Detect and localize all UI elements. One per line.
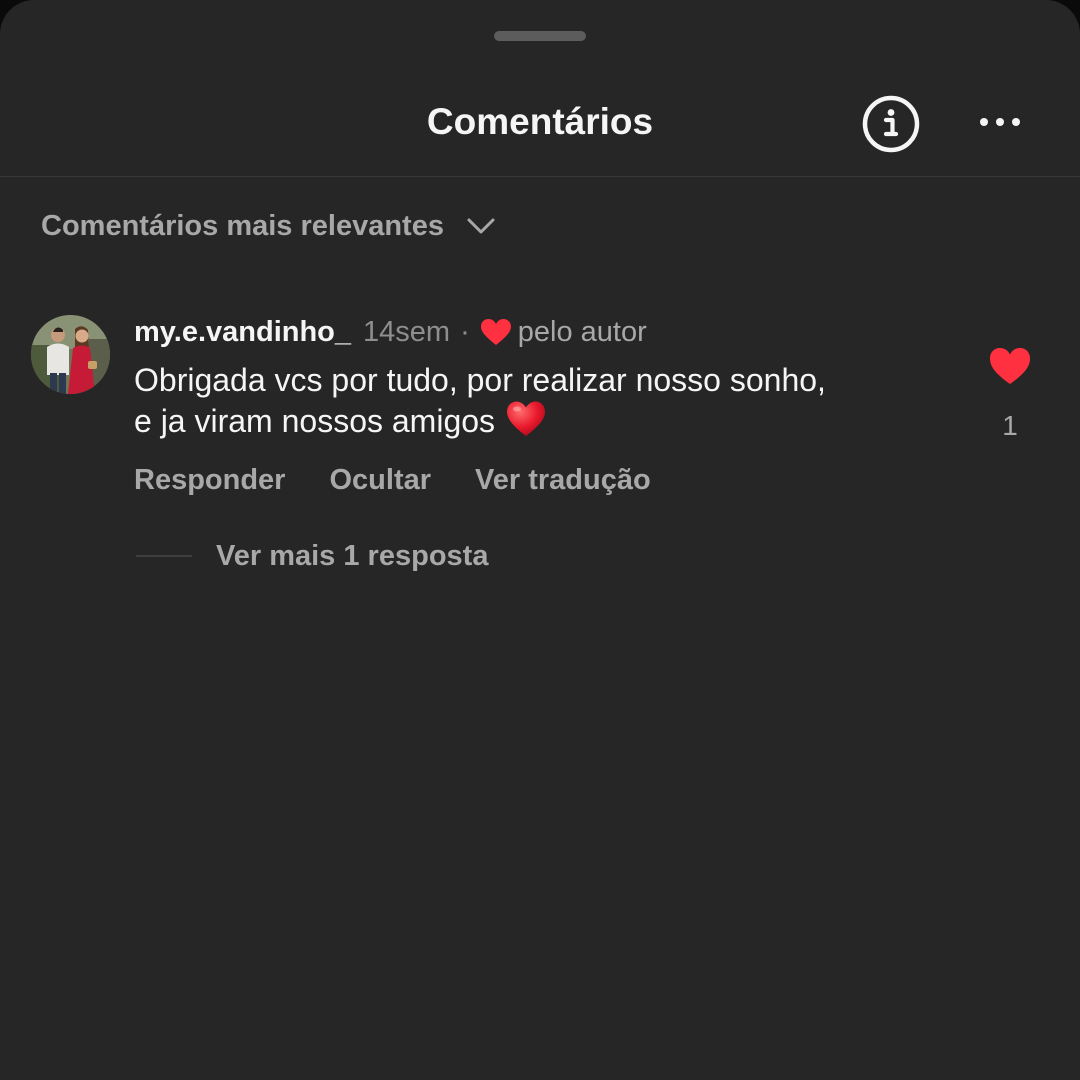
- avatar[interactable]: [31, 315, 110, 394]
- red-heart-emoji-icon: [507, 401, 546, 436]
- comment-text-line-1: Obrigada vcs por tudo, por realizar noss…: [134, 362, 826, 398]
- view-replies-label: Ver mais 1 resposta: [216, 539, 489, 572]
- comment-text-line-2: e ja viram nossos amigos: [134, 403, 496, 439]
- comment-timestamp: 14sem: [363, 315, 451, 348]
- author-liked-heart-icon: [480, 319, 511, 345]
- more-options-button[interactable]: [972, 100, 1028, 144]
- comments-sheet: Comentários Comentários mais relevantes: [0, 0, 1080, 1080]
- header-divider: [0, 176, 1080, 177]
- like-count: 1: [1002, 410, 1018, 441]
- sheet-grab-handle[interactable]: [494, 31, 586, 41]
- comment-actions: Responder Ocultar Ver tradução: [134, 460, 695, 500]
- more-horizontal-icon: [980, 118, 1020, 126]
- chevron-down-icon: [467, 218, 495, 234]
- see-translation-button[interactable]: Ver tradução: [475, 464, 651, 497]
- sort-dropdown[interactable]: Comentários mais relevantes: [41, 206, 496, 246]
- info-button[interactable]: [860, 93, 922, 155]
- view-replies-button[interactable]: Ver mais 1 resposta: [136, 536, 488, 576]
- sort-label: Comentários mais relevantes: [41, 209, 444, 242]
- hide-button[interactable]: Ocultar: [329, 464, 431, 497]
- filled-heart-icon: [990, 348, 1030, 384]
- comment-text-line-2-wrap: e ja viram nossos amigos: [134, 400, 954, 441]
- liked-by-author-label: pelo autor: [517, 315, 647, 348]
- comment-username[interactable]: my.e.vandinho_: [134, 316, 351, 349]
- info-circle-icon: [862, 95, 920, 153]
- reply-button[interactable]: Responder: [134, 464, 285, 497]
- meta-separator: ·: [460, 315, 470, 348]
- avatar-photo: [31, 315, 110, 394]
- replies-divider-line: [136, 555, 192, 557]
- comment-header: my.e.vandinho_ 14sem · pelo autor: [134, 312, 647, 352]
- comment-like-button[interactable]: [988, 346, 1032, 386]
- comment-body: Obrigada vcs por tudo, por realizar noss…: [134, 360, 954, 441]
